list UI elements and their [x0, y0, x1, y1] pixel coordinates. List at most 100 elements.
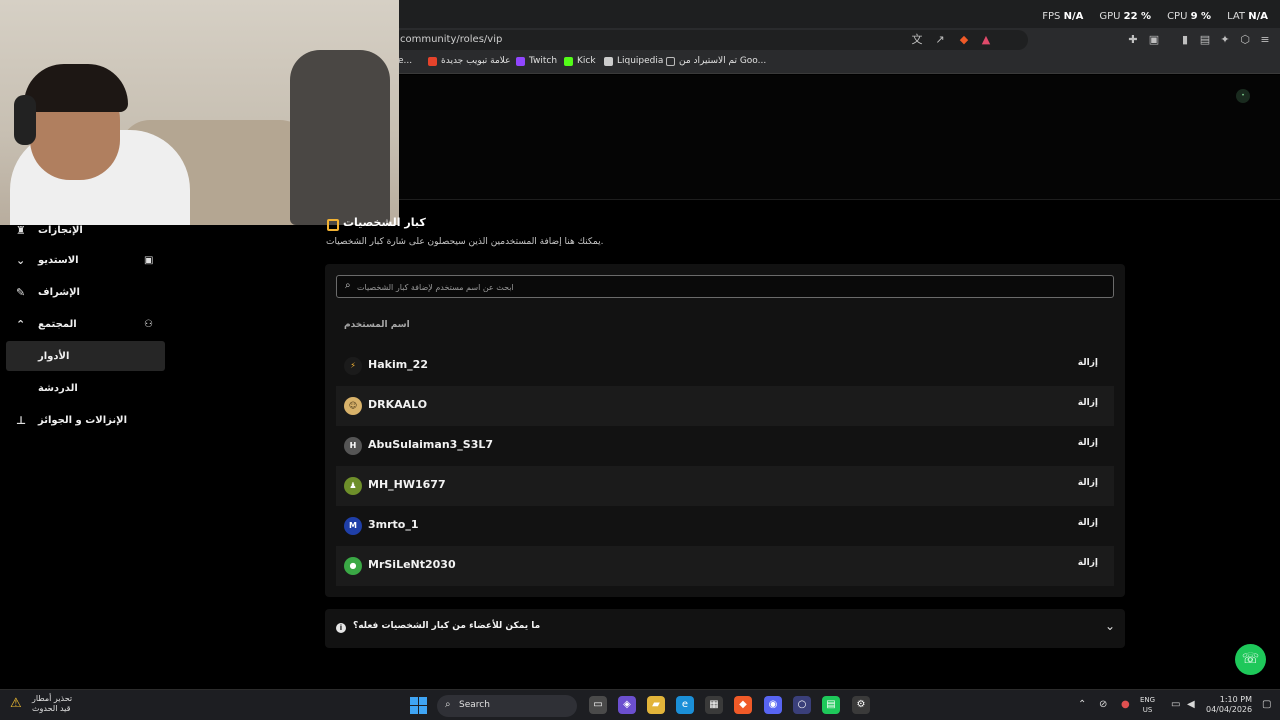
- user-avatar: ♟: [344, 477, 362, 495]
- sidebar-item-community[interactable]: ⌃ المجتمع ⚇: [6, 309, 165, 339]
- username: Hakim_22: [368, 358, 428, 371]
- trophy-icon: ♜: [16, 223, 26, 237]
- brave-shield-icon[interactable]: ◆: [957, 33, 971, 47]
- warning-icon: ⚠: [10, 696, 22, 711]
- bookmark-item[interactable]: علامة تبويب جديدة: [428, 56, 511, 66]
- wrench-icon: ✎: [16, 285, 26, 299]
- taskbar-search-label: Search: [459, 700, 490, 710]
- language-indicator[interactable]: ENG US: [1140, 695, 1155, 715]
- fps-label: FPS: [1042, 11, 1061, 22]
- cpu-label: CPU: [1167, 11, 1188, 22]
- taskbar-search[interactable]: ⌕ Search: [437, 695, 577, 717]
- edge-icon[interactable]: e: [676, 696, 694, 714]
- vip-panel: ⌕ اسم المستخدم ⚡ Hakim_22 إزالة ☺ DRKAAL…: [325, 264, 1125, 597]
- sidebar-item-chat[interactable]: الدردشة: [6, 373, 165, 403]
- brave-icon[interactable]: ◆: [734, 696, 752, 714]
- help-chat-button[interactable]: ☏: [1235, 644, 1266, 675]
- user-avatar: H: [344, 437, 362, 455]
- remove-button[interactable]: إزالة: [1074, 476, 1102, 490]
- bookmark-label: Twitch: [529, 56, 558, 66]
- vip-icon: [327, 219, 339, 231]
- settings-icon[interactable]: ⚙: [852, 696, 870, 714]
- user-avatar: ☺: [344, 397, 362, 415]
- lang-line-1: ENG: [1140, 696, 1156, 704]
- extensions-icon[interactable]: ✚: [1126, 33, 1140, 47]
- bookmark-item[interactable]: Twitch: [516, 56, 557, 66]
- no-network-icon[interactable]: ⊘: [1099, 699, 1107, 710]
- user-avatar: ●: [344, 557, 362, 575]
- volume-icon[interactable]: ◀: [1187, 699, 1195, 710]
- search-box: ⌕: [336, 275, 1114, 298]
- chat-app-icon[interactable]: ▤: [822, 696, 840, 714]
- start-button[interactable]: [410, 697, 428, 715]
- copilot-icon[interactable]: ◈: [618, 696, 636, 714]
- faq-accordion[interactable]: i ما يمكن للأعضاء من كبار الشخصيات فعله؟…: [325, 609, 1125, 648]
- page-header: •: [399, 75, 1280, 200]
- username: MH_HW1677: [368, 478, 446, 491]
- remove-button[interactable]: إزالة: [1074, 436, 1102, 450]
- gpu-label: GPU: [1099, 11, 1121, 22]
- bookmark-item[interactable]: Liquipedia: [604, 56, 663, 66]
- task-view-icon[interactable]: ▭: [589, 696, 607, 714]
- bookmark-item[interactable]: Kick: [564, 56, 596, 66]
- display-icon[interactable]: ▭: [1171, 699, 1180, 710]
- sidebar-item-achievements[interactable]: ♜ الإنجازات: [6, 215, 165, 245]
- page-title: كبار الشخصيات: [343, 216, 426, 229]
- table-row: H AbuSulaiman3_S3L7 إزالة: [336, 426, 1114, 466]
- wallet-icon[interactable]: ▤: [1198, 33, 1212, 47]
- table-row: ● MrSiLeNt2030 إزالة: [336, 546, 1114, 586]
- discord-icon[interactable]: ◉: [764, 696, 782, 714]
- vpn-icon[interactable]: ⬡: [1238, 33, 1252, 47]
- fps-value: N/A: [1063, 11, 1084, 22]
- microphone-icon[interactable]: ●: [1121, 699, 1130, 710]
- column-header-username: اسم المستخدم: [344, 320, 410, 330]
- store-icon[interactable]: ▦: [705, 696, 723, 714]
- folder-icon: [666, 56, 675, 66]
- bookmark-folder[interactable]: تم الاستيراد من Goo...: [666, 56, 766, 66]
- translate-icon[interactable]: 文: [910, 33, 924, 47]
- clock-time: 1:10 PM: [1219, 695, 1252, 704]
- leo-ai-icon[interactable]: ✦: [1218, 33, 1232, 47]
- remove-button[interactable]: إزالة: [1074, 396, 1102, 410]
- bookmark-item[interactable]: e...: [398, 56, 412, 66]
- bookmark-label: Liquipedia: [617, 56, 664, 66]
- app-icon[interactable]: ○: [793, 696, 811, 714]
- remove-button[interactable]: إزالة: [1074, 556, 1102, 570]
- gpu-value: 22 %: [1123, 11, 1152, 22]
- start-pane: [419, 697, 427, 705]
- clock-date: 04/04/2026: [1206, 705, 1253, 714]
- start-pane: [419, 706, 427, 714]
- bookmark-label: تم الاستيراد من Goo...: [679, 56, 767, 66]
- sidebar: ♜ الإنجازات ⌄ الاستديو ▣ ✎ الإشراف ⌃ الم…: [0, 215, 175, 445]
- menu-icon[interactable]: ≡: [1258, 33, 1272, 47]
- sidebar-item-label: الدردشة: [38, 382, 78, 394]
- brave-rewards-icon[interactable]: ▲: [979, 33, 993, 47]
- weather-widget[interactable]: ⚠ تحذير أمطار قيد الحدوث: [10, 694, 72, 714]
- notification-icon[interactable]: ▢: [1262, 699, 1271, 710]
- user-avatar[interactable]: •: [1236, 89, 1250, 103]
- tab-icon[interactable]: ▣: [1147, 33, 1161, 47]
- clock[interactable]: 1:10 PM 04/04/2026: [1206, 695, 1252, 715]
- file-explorer-icon[interactable]: ▰: [647, 696, 665, 714]
- sidebar-item-roles[interactable]: الأدوار: [6, 341, 165, 371]
- sidebar-item-drops[interactable]: ⊥ الإنزالات و الجوائز: [6, 405, 165, 435]
- search-icon: ⌕: [445, 699, 451, 710]
- remove-button[interactable]: إزالة: [1074, 356, 1102, 370]
- table-row: M 3mrto_1 إزالة: [336, 506, 1114, 546]
- drops-icon: ⊥: [16, 413, 27, 427]
- weather-line-1: تحذير أمطار: [32, 694, 73, 703]
- remove-button[interactable]: إزالة: [1074, 516, 1102, 530]
- community-icon: ⚇: [144, 318, 153, 330]
- search-input[interactable]: [357, 277, 1097, 297]
- sidebar-item-studio[interactable]: ⌄ الاستديو ▣: [6, 245, 165, 275]
- sidebar-toggle-icon[interactable]: ▮: [1178, 33, 1192, 47]
- chevron-down-icon: ⌄: [1104, 619, 1115, 633]
- sidebar-item-moderation[interactable]: ✎ الإشراف: [6, 277, 165, 307]
- webcam-overlay: [0, 0, 399, 225]
- sidebar-item-label: المجتمع: [38, 318, 77, 330]
- webcam-headset: [14, 95, 36, 145]
- share-icon[interactable]: ↗: [933, 33, 947, 47]
- start-pane: [410, 697, 418, 705]
- chevron-up-icon[interactable]: ⌃: [1078, 699, 1086, 710]
- kick-icon: [564, 56, 573, 66]
